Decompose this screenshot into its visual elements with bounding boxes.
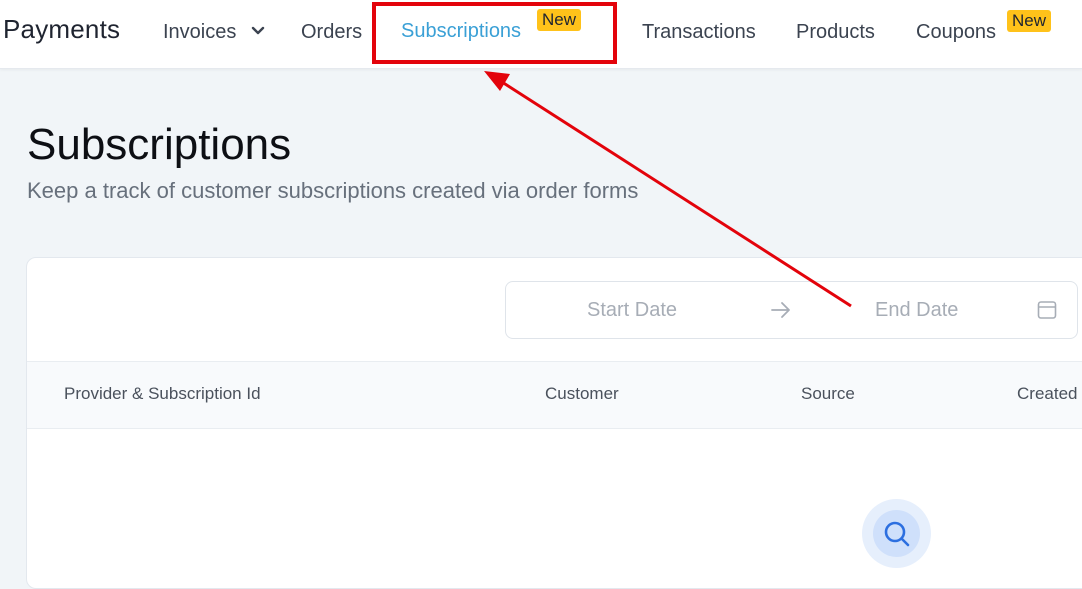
annotation-highlight-box [372,2,617,64]
table-header-row: Provider & Subscription Id Customer Sour… [27,361,1082,429]
nav-item-orders[interactable]: Orders [301,21,362,44]
search-icon [884,521,910,547]
end-date-input[interactable]: End Date [875,299,958,322]
date-range-picker[interactable]: Start Date End Date [505,281,1078,339]
column-header-source[interactable]: Source [801,384,855,404]
column-header-customer[interactable]: Customer [545,384,619,404]
empty-state-search [862,499,931,568]
calendar-icon[interactable] [1036,299,1058,321]
start-date-input[interactable]: Start Date [587,299,677,322]
column-header-created[interactable]: Created [1017,384,1077,404]
nav-item-products[interactable]: Products [796,21,875,44]
arrow-right-icon [771,302,790,318]
nav-item-transactions[interactable]: Transactions [642,21,756,44]
page-title: Subscriptions [27,120,292,169]
brand-title: Payments [3,14,121,44]
page-subtitle: Keep a track of customer subscriptions c… [27,178,639,203]
new-badge-coupons: New [1007,10,1052,32]
column-header-provider[interactable]: Provider & Subscription Id [64,384,261,404]
nav-item-coupons[interactable]: Coupons [916,21,996,44]
chevron-down-icon[interactable] [251,24,265,38]
nav-item-invoices[interactable]: Invoices [163,21,236,44]
